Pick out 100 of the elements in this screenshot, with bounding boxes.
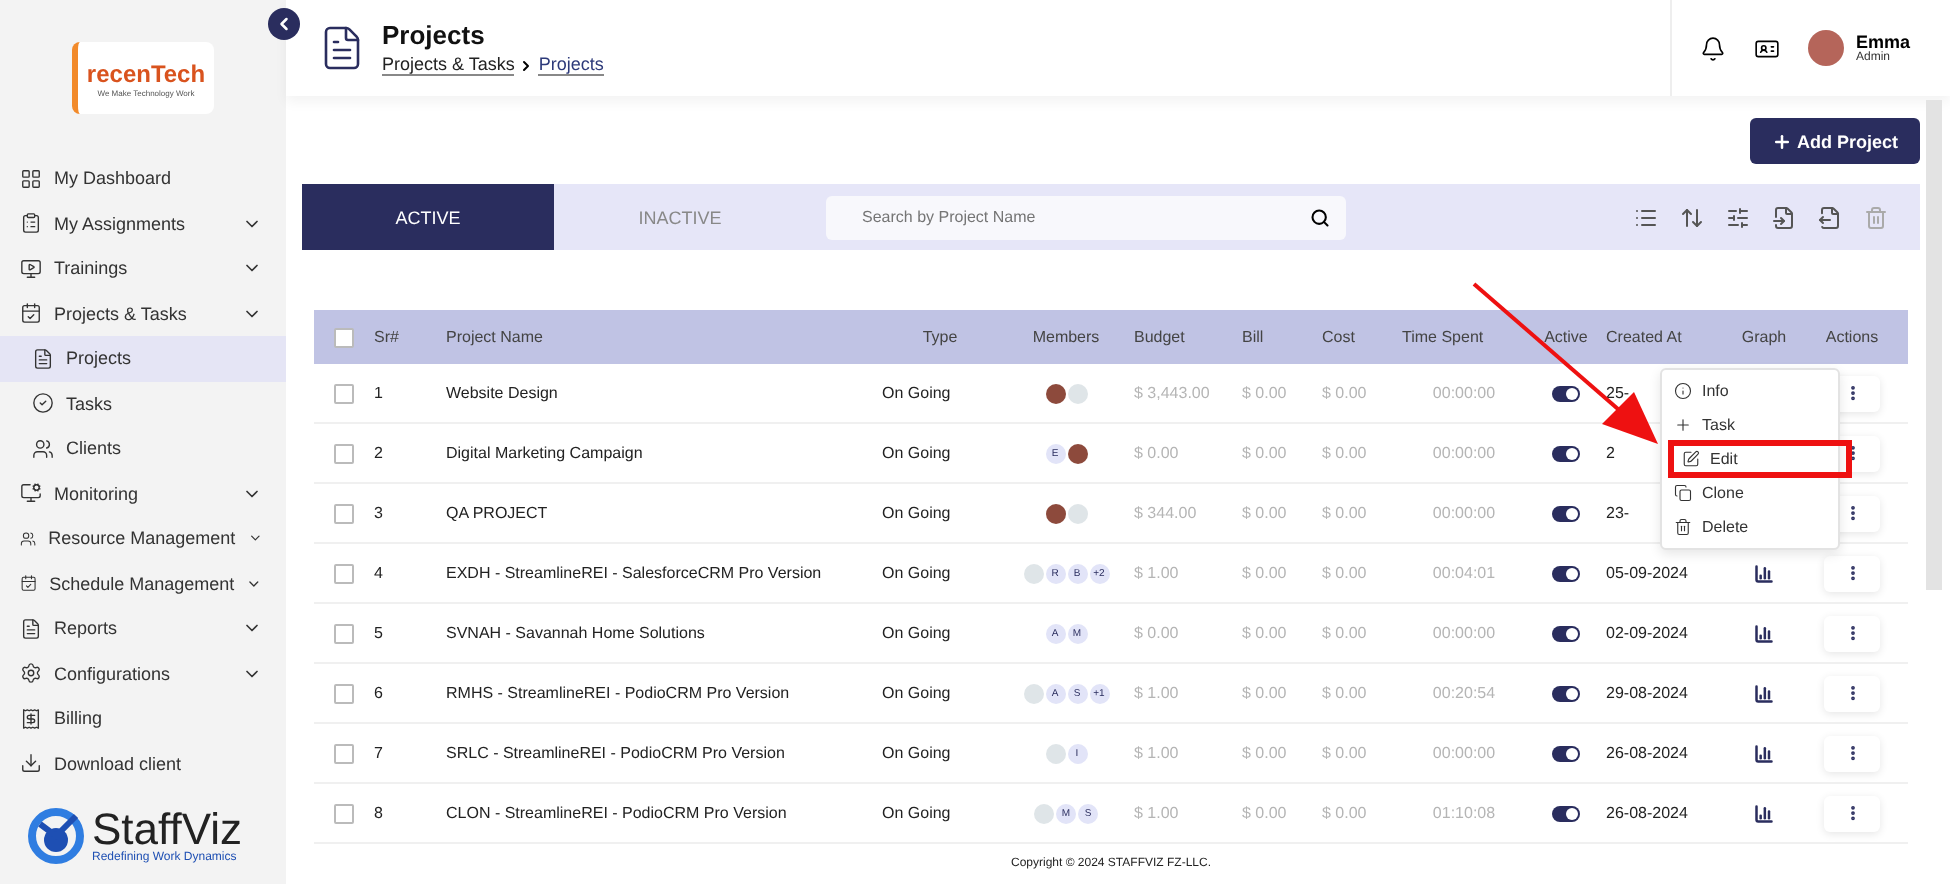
sidebar-item[interactable]: Billing (0, 696, 286, 742)
menu-item[interactable]: Task (1662, 408, 1838, 442)
sidebar-item[interactable]: Projects (0, 336, 286, 382)
sidebar-item[interactable]: Configurations (0, 651, 286, 697)
bell-icon[interactable] (1699, 35, 1726, 61)
checkbox[interactable] (334, 383, 354, 403)
sidebar-item[interactable]: My Dashboard (0, 156, 286, 202)
sidebar-item[interactable]: My Assignments (0, 201, 286, 247)
search-field[interactable]: Search by Project Name (826, 195, 1346, 239)
plus-icon (1772, 131, 1793, 151)
document-icon (20, 617, 42, 640)
bar-chart-icon[interactable] (1754, 803, 1774, 823)
menu-item[interactable]: Edit (1670, 442, 1850, 476)
toggle-switch[interactable] (1552, 565, 1580, 581)
checkbox[interactable] (334, 803, 354, 823)
breadcrumb-link[interactable]: Projects (538, 54, 604, 76)
table-cell: $ 1.00 (1134, 744, 1179, 762)
table-cell: $ 0.00 (1322, 624, 1367, 642)
sliders-icon[interactable] (1726, 205, 1750, 229)
checkbox[interactable] (334, 623, 354, 643)
sidebar-item[interactable]: Download client (0, 741, 286, 787)
checkbox[interactable] (334, 327, 354, 347)
brand-name: StaffViz (92, 807, 243, 852)
table-cell: On Going (882, 564, 951, 582)
table-cell: $ 0.00 (1242, 624, 1287, 642)
bar-chart-icon[interactable] (1754, 743, 1774, 763)
chevron-right-icon (518, 57, 535, 73)
column-header: Active (1542, 328, 1590, 346)
table-cell: EXDH - StreamlineREI - SalesforceCRM Pro Version (446, 564, 822, 582)
table-cell: $ 1.00 (1134, 564, 1179, 582)
toggle-switch[interactable] (1552, 685, 1580, 701)
sidebar-item[interactable]: Reports (0, 606, 286, 652)
bar-chart-icon[interactable] (1754, 563, 1774, 583)
toggle-switch[interactable] (1552, 445, 1580, 461)
table-cell: SRLC - StreamlineREI - PodioCRM Pro Version (446, 744, 785, 762)
import-icon[interactable] (1772, 205, 1796, 229)
export-icon[interactable] (1818, 205, 1842, 229)
checkbox[interactable] (334, 563, 354, 583)
table-cell: 5 (374, 624, 383, 642)
table-cell: 2 (1606, 444, 1615, 462)
page-title: Projects (382, 20, 487, 50)
sidebar-item[interactable]: Clients (0, 426, 286, 472)
checkbox[interactable] (334, 743, 354, 763)
column-header: Type (920, 328, 960, 346)
sort-icon[interactable] (1680, 205, 1704, 229)
sidebar-item[interactable]: Resource Management (0, 516, 286, 562)
column-header: Created At (1606, 328, 1684, 346)
checkbox[interactable] (334, 683, 354, 703)
table-cell: On Going (882, 504, 951, 522)
document-icon (32, 347, 54, 370)
sidebar-item[interactable]: Tasks (0, 381, 286, 427)
checkbox[interactable] (334, 503, 354, 523)
chevron-left-icon (274, 14, 294, 34)
table-cell: RMHS - StreamlineREI - PodioCRM Pro Version (446, 684, 790, 702)
table-cell: 02-09-2024 (1606, 624, 1688, 642)
menu-item[interactable]: Info (1662, 374, 1838, 408)
checkbox[interactable] (334, 443, 354, 463)
table-cell: 01:10:08 (1432, 804, 1496, 822)
table-cell: $ 0.00 (1322, 564, 1367, 582)
id-card-icon[interactable] (1753, 35, 1780, 61)
toggle-switch[interactable] (1552, 505, 1580, 521)
table-cell: 29-08-2024 (1606, 684, 1688, 702)
table-cell: QA PROJECT (446, 504, 548, 522)
scrollbar[interactable] (1926, 100, 1942, 590)
table-cell: On Going (882, 384, 951, 402)
toggle-switch[interactable] (1552, 625, 1580, 641)
table-cell: $ 0.00 (1242, 504, 1287, 522)
table-cell: CLON - StreamlineREI - PodioCRM Pro Version (446, 804, 787, 822)
user-avatar[interactable] (1807, 30, 1844, 66)
robot-logo-icon (28, 807, 84, 864)
table-cell: $ 0.00 (1242, 804, 1287, 822)
table-cell: $ 0.00 (1322, 804, 1367, 822)
table-cell: $ 0.00 (1322, 684, 1367, 702)
table-cell: 6 (374, 684, 383, 702)
table-cell: $ 0.00 (1322, 504, 1367, 522)
toggle-switch[interactable] (1552, 745, 1580, 761)
column-header: Sr# (374, 328, 401, 346)
bar-chart-icon[interactable] (1754, 623, 1774, 643)
toggle-switch[interactable] (1552, 385, 1580, 401)
toggle-switch[interactable] (1552, 805, 1580, 821)
breadcrumb-link[interactable]: Projects & Tasks (382, 54, 515, 76)
sidebar-item[interactable]: Monitoring (0, 471, 286, 517)
calendar-icon (20, 572, 38, 595)
sidebar-item[interactable]: Projects & Tasks (0, 291, 286, 337)
bar-chart-icon[interactable] (1754, 683, 1774, 703)
users-icon (20, 527, 37, 550)
sidebar-item[interactable]: Schedule Management (0, 561, 286, 607)
copy-icon (1674, 484, 1692, 502)
search-input[interactable]: Search by Project Name (858, 206, 1310, 228)
menu-item[interactable]: Delete (1662, 510, 1838, 544)
trash-icon (1674, 518, 1692, 536)
sidebar-item[interactable]: Trainings (0, 246, 286, 292)
table-cell: 00:00:00 (1432, 624, 1496, 642)
add-project-button[interactable]: Add Project (1750, 118, 1920, 164)
menu-item[interactable]: Clone (1662, 476, 1838, 510)
info-icon (1674, 382, 1692, 400)
member-avatar (1023, 683, 1043, 703)
table-cell: On Going (882, 624, 951, 642)
tab[interactable]: ACTIVE (302, 184, 554, 250)
check-circle-icon (32, 392, 54, 415)
